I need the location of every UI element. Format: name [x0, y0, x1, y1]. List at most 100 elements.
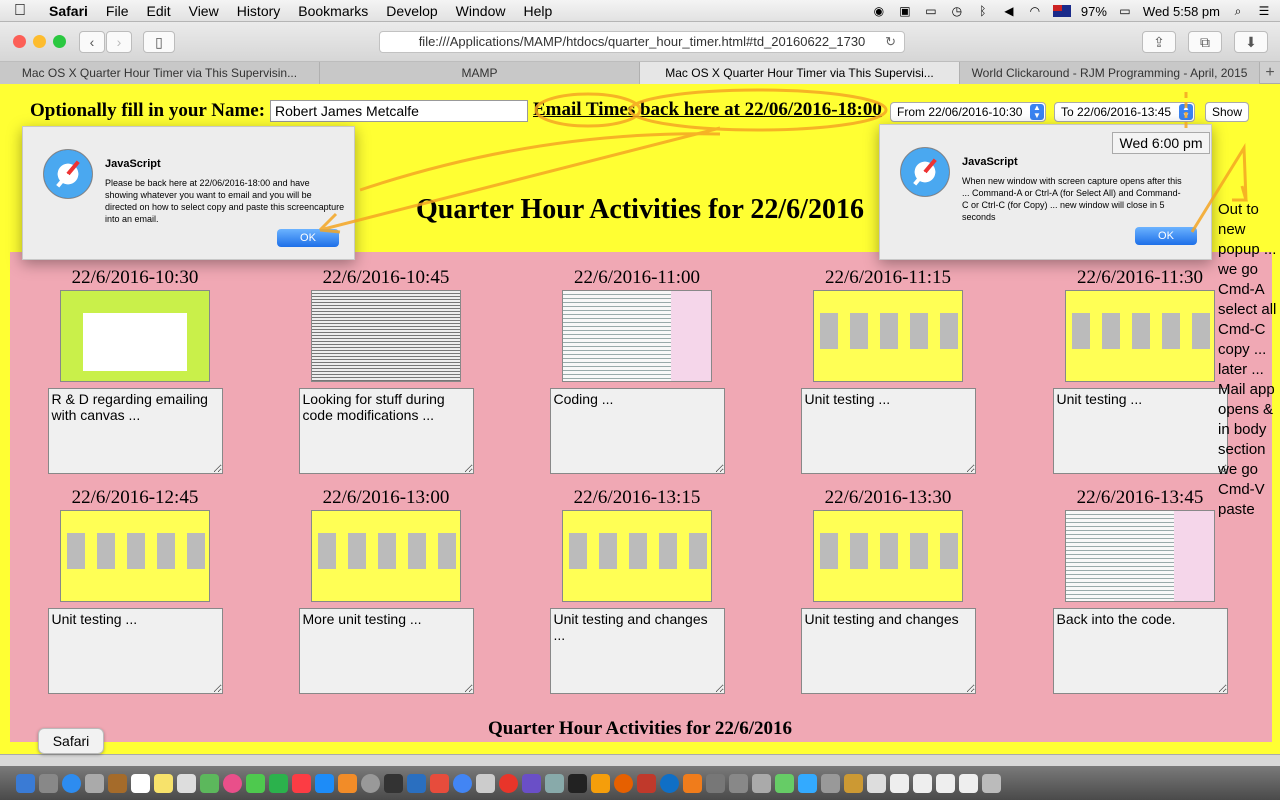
menu-file[interactable]: File	[97, 3, 138, 19]
activity-note-textarea[interactable]: Looking for stuff during code modificati…	[298, 388, 474, 474]
tab-3-active[interactable]: Mac OS X Quarter Hour Timer via This Sup…	[640, 62, 960, 84]
zoom-window-button[interactable]	[53, 35, 66, 48]
record-icon[interactable]: ◉	[871, 4, 887, 18]
facetime-icon[interactable]	[269, 773, 288, 793]
activity-note-textarea[interactable]: Unit testing and changes	[800, 608, 976, 694]
app-icon[interactable]	[706, 773, 725, 793]
show-button[interactable]: Show	[1205, 102, 1249, 122]
activity-note-textarea[interactable]: Unit testing ...	[47, 608, 223, 694]
tab-2[interactable]: MAMP	[320, 62, 640, 84]
app-icon[interactable]	[844, 773, 863, 793]
screenshot-thumbnail[interactable]	[1065, 290, 1215, 382]
launchpad-icon[interactable]	[39, 773, 58, 793]
console-icon[interactable]	[568, 773, 587, 793]
mamp-icon[interactable]	[591, 773, 610, 793]
screenshot-thumbnail[interactable]	[60, 510, 210, 602]
screenshot-thumbnail[interactable]	[562, 510, 712, 602]
screenshot-thumbnail[interactable]	[60, 290, 210, 382]
activity-note-textarea[interactable]: Back into the code.	[1052, 608, 1228, 694]
reminders-icon[interactable]	[177, 773, 196, 793]
tabs-overview-button[interactable]: ⧉	[1188, 31, 1222, 53]
menu-clock[interactable]: Wed 5:58 pm	[1143, 4, 1220, 19]
to-time-select[interactable]: To 22/06/2016-13:45 ▲ ▼	[1054, 102, 1195, 122]
imovie-icon[interactable]	[522, 773, 541, 793]
reload-icon[interactable]: ↻	[885, 32, 896, 52]
terminal-icon[interactable]	[384, 773, 403, 793]
name-input[interactable]	[270, 100, 528, 122]
sidebar-toggle-button[interactable]: ▯	[143, 31, 175, 53]
battery-icon[interactable]: ▭	[1117, 4, 1133, 18]
filezilla-icon[interactable]	[430, 773, 449, 793]
mail-icon[interactable]	[85, 773, 104, 793]
app-icon[interactable]	[752, 773, 771, 793]
finder-icon[interactable]	[16, 773, 35, 793]
menu-view[interactable]: View	[180, 3, 228, 19]
page-horizontal-scrollbar[interactable]	[0, 754, 1280, 766]
app-icon[interactable]	[729, 773, 748, 793]
menu-history[interactable]: History	[228, 3, 290, 19]
alert-ok-button[interactable]: OK	[277, 229, 339, 247]
chrome-icon[interactable]	[453, 773, 472, 793]
safari-dock-icon[interactable]	[62, 773, 81, 793]
share-button[interactable]: ⇪	[1142, 31, 1176, 53]
messages-icon[interactable]	[246, 773, 265, 793]
maps-icon[interactable]	[200, 773, 219, 793]
email-times-link[interactable]: Email Times back here at 22/06/2016-18:0…	[533, 99, 882, 121]
xcode-icon[interactable]	[407, 773, 426, 793]
activity-note-textarea[interactable]: Unit testing and changes ...	[549, 608, 725, 694]
filezilla-alt-icon[interactable]	[637, 773, 656, 793]
spotlight-search-icon[interactable]: ⌕	[1230, 4, 1246, 18]
menu-window[interactable]: Window	[447, 3, 515, 19]
bluetooth-icon[interactable]: ᛒ	[975, 4, 991, 18]
screenshot-thumbnail[interactable]	[813, 290, 963, 382]
firefox-icon[interactable]	[614, 773, 633, 793]
calendar-icon[interactable]	[131, 773, 150, 793]
ibooks-icon[interactable]	[338, 773, 357, 793]
app-icon[interactable]	[821, 773, 840, 793]
new-tab-icon[interactable]: +	[1260, 62, 1280, 84]
input-source-flag-icon[interactable]	[1052, 5, 1071, 17]
close-window-button[interactable]	[13, 35, 26, 48]
minimize-window-button[interactable]	[33, 35, 46, 48]
system-preferences-icon[interactable]	[361, 773, 380, 793]
opera-icon[interactable]	[499, 773, 518, 793]
minimized-window-icon[interactable]	[890, 773, 909, 793]
activity-note-textarea[interactable]: Unit testing ...	[1052, 388, 1228, 474]
notification-center-icon[interactable]: ☰	[1256, 4, 1272, 18]
forward-button[interactable]: ›	[106, 31, 132, 53]
address-bar[interactable]: file:///Applications/MAMP/htdocs/quarter…	[379, 31, 905, 53]
screenshot-thumbnail[interactable]	[1065, 510, 1215, 602]
itunes-icon[interactable]	[292, 773, 311, 793]
activity-note-textarea[interactable]: Coding ...	[549, 388, 725, 474]
airplay-icon[interactable]: ▭	[923, 4, 939, 18]
from-time-select[interactable]: From 22/06/2016-10:30 ▲ ▼	[890, 102, 1046, 122]
menu-bookmarks[interactable]: Bookmarks	[289, 3, 377, 19]
minimized-window-icon[interactable]	[913, 773, 932, 793]
dropbox-icon[interactable]: ▣	[897, 4, 913, 18]
screenshot-thumbnail[interactable]	[562, 290, 712, 382]
minimized-window-icon[interactable]	[959, 773, 978, 793]
menu-develop[interactable]: Develop	[377, 3, 446, 19]
app-icon[interactable]	[798, 773, 817, 793]
vlc-icon[interactable]	[683, 773, 702, 793]
notes-icon[interactable]	[154, 773, 173, 793]
screenshot-thumbnail[interactable]	[813, 510, 963, 602]
screenshot-thumbnail[interactable]	[311, 290, 461, 382]
menu-help[interactable]: Help	[514, 3, 561, 19]
minimized-window-icon[interactable]	[936, 773, 955, 793]
photos-icon[interactable]	[223, 773, 242, 793]
screenshot-thumbnail[interactable]	[311, 510, 461, 602]
app-icon[interactable]	[775, 773, 794, 793]
tab-4[interactable]: World Clickaround - RJM Programming - Ap…	[960, 62, 1260, 84]
activity-note-textarea[interactable]: More unit testing ...	[298, 608, 474, 694]
menu-edit[interactable]: Edit	[137, 3, 179, 19]
contacts-icon[interactable]	[108, 773, 127, 793]
preview-icon[interactable]	[545, 773, 564, 793]
minimized-window-icon[interactable]	[867, 773, 886, 793]
edge-icon[interactable]	[660, 773, 679, 793]
activity-note-textarea[interactable]: R & D regarding emailing with canvas ...	[47, 388, 223, 474]
wifi-icon[interactable]: ◠	[1027, 4, 1043, 18]
apple-menu-icon[interactable]: 	[0, 2, 40, 20]
volume-icon[interactable]: ◀	[1001, 4, 1017, 18]
app-store-icon[interactable]	[315, 773, 334, 793]
